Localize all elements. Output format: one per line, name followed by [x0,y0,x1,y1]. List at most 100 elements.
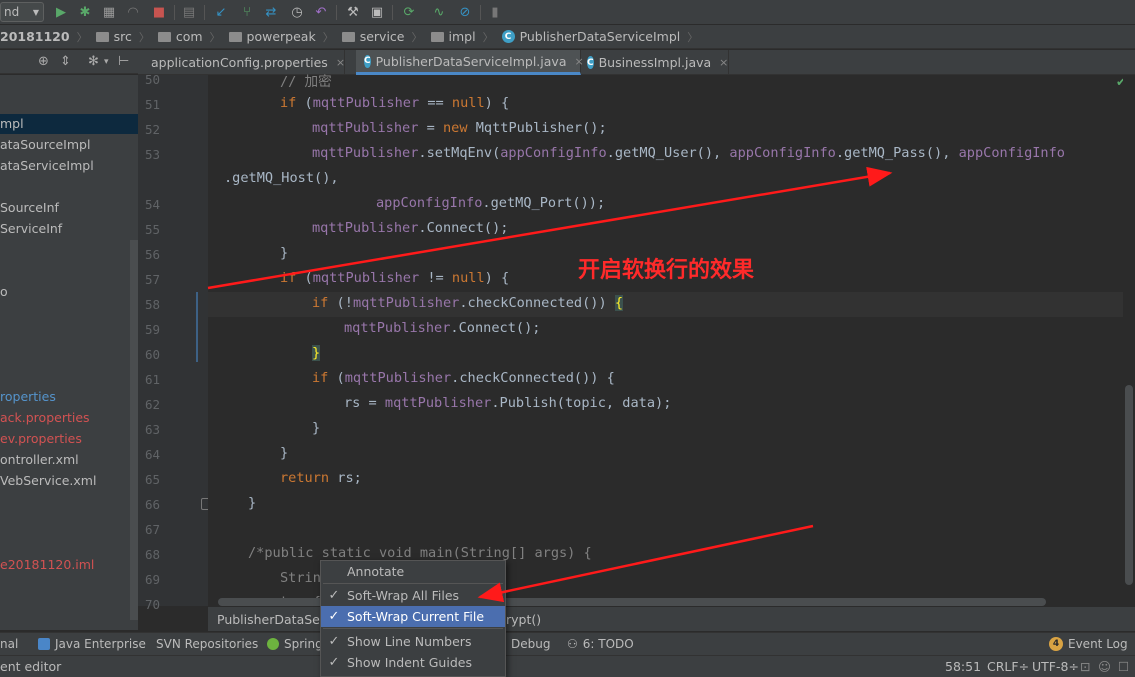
tree-item[interactable]: ataServiceImpl [0,158,94,173]
hide-panel-icon[interactable]: ⊢ [118,54,129,69]
tool-window-todo[interactable]: ⚇ 6: TODO [567,637,634,651]
line-separator[interactable]: CRLF÷ [987,659,1029,674]
inspector-icon[interactable]: ☺ [1098,659,1111,674]
notification-icon[interactable]: ☐ [1118,659,1129,674]
tree-scrollbar[interactable] [130,240,138,620]
menu-item-show-line-numbers[interactable]: ✓ Show Line Numbers [321,631,505,652]
event-log-count-badge: 4 [1049,637,1063,651]
menu-item-show-indent-guides[interactable]: ✓ Show Indent Guides [321,652,505,673]
close-icon[interactable]: × [719,56,728,69]
stop-icon[interactable]: ■ [150,3,168,21]
tree-item[interactable]: o [0,284,8,299]
status-bar: ent editor 58:51 CRLF÷ UTF-8÷ ⊡ ☺ ☐ [0,655,1135,677]
breadcrumb-item[interactable]: service 〉 [334,29,423,45]
menu-item-annotate[interactable]: Annotate [321,561,505,582]
change-marker [196,292,198,362]
tree-item[interactable]: e20181120.iml [0,557,94,572]
chevron-down-icon[interactable]: ▾ [104,57,109,67]
breadcrumb-item[interactable]: C PublisherDataServiceImpl 〉 [494,29,698,45]
tool-window-debug[interactable]: Debug [511,637,550,651]
breadcrumb-item[interactable]: com 〉 [150,29,221,45]
tree-item[interactable]: ontroller.xml [0,452,79,467]
menu-item-soft-wrap-all-files[interactable]: ✓ Soft-Wrap All Files [321,585,505,606]
line-number: 50 [144,72,160,87]
tree-item[interactable]: VebService.xml [0,473,96,488]
coverage-icon[interactable]: ▦ [100,3,118,21]
check-icon: ✓ [328,588,340,603]
vcs-revert-icon[interactable]: ↶ [312,3,330,21]
project-panel-header: ⊕ ⇕ ✻ ▾ ⊢ [0,50,138,74]
vcs-compare-icon[interactable]: ⇄ [262,3,280,21]
line-number: 66 [144,497,160,512]
close-icon[interactable]: × [336,56,345,69]
folder-icon [430,31,444,42]
line-number: 68 [144,547,160,562]
code-line: appConfigInfo.getMQ_Port()); [376,195,606,211]
code-line-wrapped: .getMQ_Host(), [224,170,339,186]
sdk-icon[interactable]: ▣ [368,3,386,21]
line-number: 60 [144,347,160,362]
lock-icon[interactable]: ⊡ [1080,659,1090,674]
code-line: // 加密 [280,74,332,90]
vcs-history-icon[interactable]: ◷ [288,3,306,21]
project-structure-icon[interactable]: ⚒ [344,3,362,21]
file-encoding[interactable]: UTF-8÷ [1032,659,1079,674]
tree-item[interactable]: roperties [0,389,56,404]
tree-item[interactable]: SourceInf [0,200,59,215]
line-number: 64 [144,447,160,462]
class-icon: C [587,56,594,69]
line-number: 51 [144,97,160,112]
tree-item[interactable]: ack.properties [0,410,90,425]
tree-item[interactable]: ataSourceImpl [0,137,90,152]
caret-position[interactable]: 58:51 [945,659,981,674]
editor-vertical-scrollbar[interactable] [1123,75,1135,606]
build-icon[interactable]: ▤ [180,3,198,21]
scroll-from-source-icon[interactable]: ⊕ [38,54,49,69]
menu-separator [323,628,503,629]
tree-item[interactable]: ev.properties [0,431,82,446]
sync-icon[interactable]: ⟳ [400,3,418,21]
code-line: Strin [280,570,321,586]
line-number: 59 [144,322,160,337]
code-line: } [248,495,257,511]
code-line: } [312,420,321,436]
line-number: 52 [144,122,160,137]
scrollbar-thumb[interactable] [1125,385,1133,585]
breadcrumb-item[interactable]: 20181120 〉 [0,29,88,45]
tree-item[interactable]: mpl [0,114,138,134]
help-icon[interactable]: ▮ [486,3,504,21]
run-icon[interactable]: ▶ [52,3,70,21]
spring-icon [267,638,279,650]
tool-window-svn[interactable]: SVN Repositories [156,637,258,651]
folder-icon [341,31,355,42]
nav-class-label[interactable]: PublisherDataServ [217,612,332,627]
tree-item[interactable]: ServiceInf [0,221,62,236]
line-number: 69 [144,572,160,587]
tool-window-java-enterprise[interactable]: Java Enterprise [38,637,146,651]
folder-icon [95,31,109,42]
run-config-combo[interactable]: nd ▼ [0,2,44,22]
status-message: ent editor [0,659,62,674]
activity-monitor-icon[interactable]: ∿ [430,3,448,21]
breadcrumb-item[interactable]: powerpeak 〉 [221,29,334,45]
breadcrumb: 20181120 〉 src 〉 com 〉 powerpeak 〉 service 〉 … [0,25,1135,49]
code-line: } [280,245,289,261]
no-entry-icon[interactable]: ⊘ [456,3,474,21]
nav-method-label[interactable]: rypt() [506,612,541,627]
profile-icon[interactable]: ◠ [124,3,142,21]
tool-window-terminal[interactable]: nal [0,637,18,651]
code-line: mqttPublisher.setMqEnv(appConfigInfo.get… [312,145,1065,161]
tool-window-spring[interactable]: Spring [267,637,323,651]
menu-item-soft-wrap-current-file[interactable]: ✓ Soft-Wrap Current File [321,606,505,627]
tab-publisher-data-service-impl[interactable]: C PublisherDataServiceImpl.java × [356,50,584,75]
breadcrumb-item[interactable]: src 〉 [88,29,150,45]
vcs-commit-icon[interactable]: ⑂ [238,3,256,21]
collapse-all-icon[interactable]: ⇕ [60,54,71,69]
event-log-button[interactable]: 4 Event Log [1049,637,1128,651]
debug-icon[interactable]: ✱ [76,3,94,21]
gear-icon[interactable]: ✻ [88,54,99,69]
tab-business-impl[interactable]: C BusinessImpl.java × [579,50,729,75]
breadcrumb-item[interactable]: impl 〉 [423,29,494,45]
vcs-update-icon[interactable]: ↙ [212,3,230,21]
line-number: 62 [144,397,160,412]
